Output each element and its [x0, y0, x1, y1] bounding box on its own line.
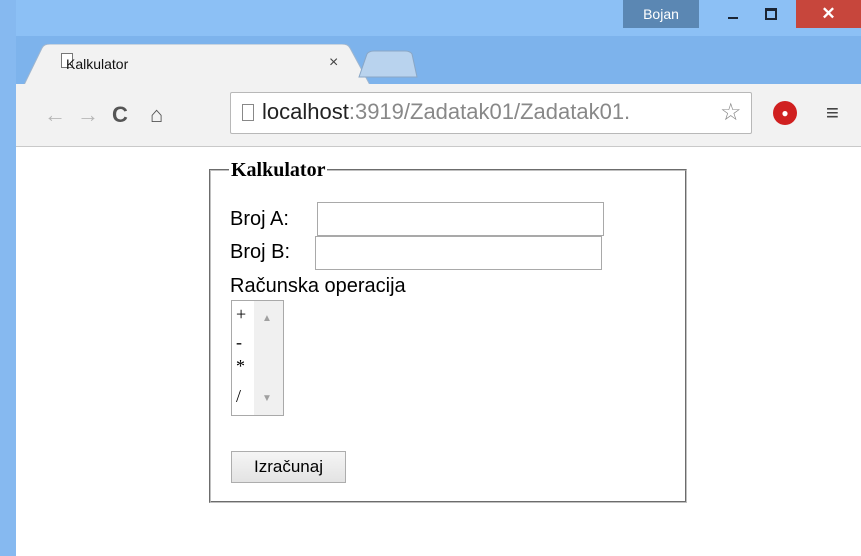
new-tab-button[interactable] — [357, 50, 419, 78]
operation-option[interactable]: + — [236, 304, 246, 324]
number-a-input[interactable] — [317, 202, 604, 236]
back-arrow-icon[interactable]: ← — [44, 102, 66, 128]
url-host: localhost — [262, 99, 349, 124]
user-profile-badge[interactable]: Bojan — [623, 0, 699, 28]
url-path: :3919/Zadatak01/Zadatak01. — [348, 99, 631, 124]
window-left-edge — [0, 0, 16, 556]
label-operation: Računska operacija — [230, 275, 406, 297]
close-icon: ✕ — [821, 4, 836, 23]
scroll-up-icon[interactable]: ▲ — [262, 313, 272, 324]
address-url: localhost:3919/Zadatak01/Zadatak01. — [262, 99, 630, 125]
star-icon[interactable]: ☆ — [720, 98, 742, 127]
calculate-button[interactable]: Izračunaj — [231, 451, 346, 483]
calculator-legend: Kalkulator — [229, 159, 328, 181]
operation-option[interactable]: / — [236, 386, 241, 406]
number-b-input[interactable] — [315, 236, 602, 270]
minimize-button[interactable] — [714, 0, 752, 28]
label-number-b: Broj B: — [230, 241, 291, 263]
tab-title: Kalkulator — [66, 56, 129, 72]
address-bar[interactable]: localhost:3919/Zadatak01/Zadatak01. — [230, 92, 752, 134]
page-icon — [242, 104, 254, 121]
minimize-icon — [728, 17, 738, 19]
forward-arrow-icon[interactable]: → — [77, 102, 99, 128]
home-icon[interactable]: ⌂ — [150, 102, 163, 128]
operation-option[interactable]: - — [236, 332, 242, 352]
stop-extension-icon[interactable]: ● — [773, 101, 797, 125]
scroll-down-icon[interactable]: ▼ — [262, 393, 272, 404]
reload-icon[interactable]: C — [112, 102, 128, 128]
maximize-button[interactable] — [752, 0, 790, 28]
operation-option[interactable]: * — [236, 356, 245, 376]
maximize-icon — [765, 8, 777, 20]
tab-close-icon[interactable]: × — [329, 54, 338, 72]
menu-icon[interactable]: ≡ — [826, 100, 839, 126]
label-number-a: Broj A: — [230, 208, 289, 230]
close-window-button[interactable]: ✕ — [796, 0, 861, 28]
